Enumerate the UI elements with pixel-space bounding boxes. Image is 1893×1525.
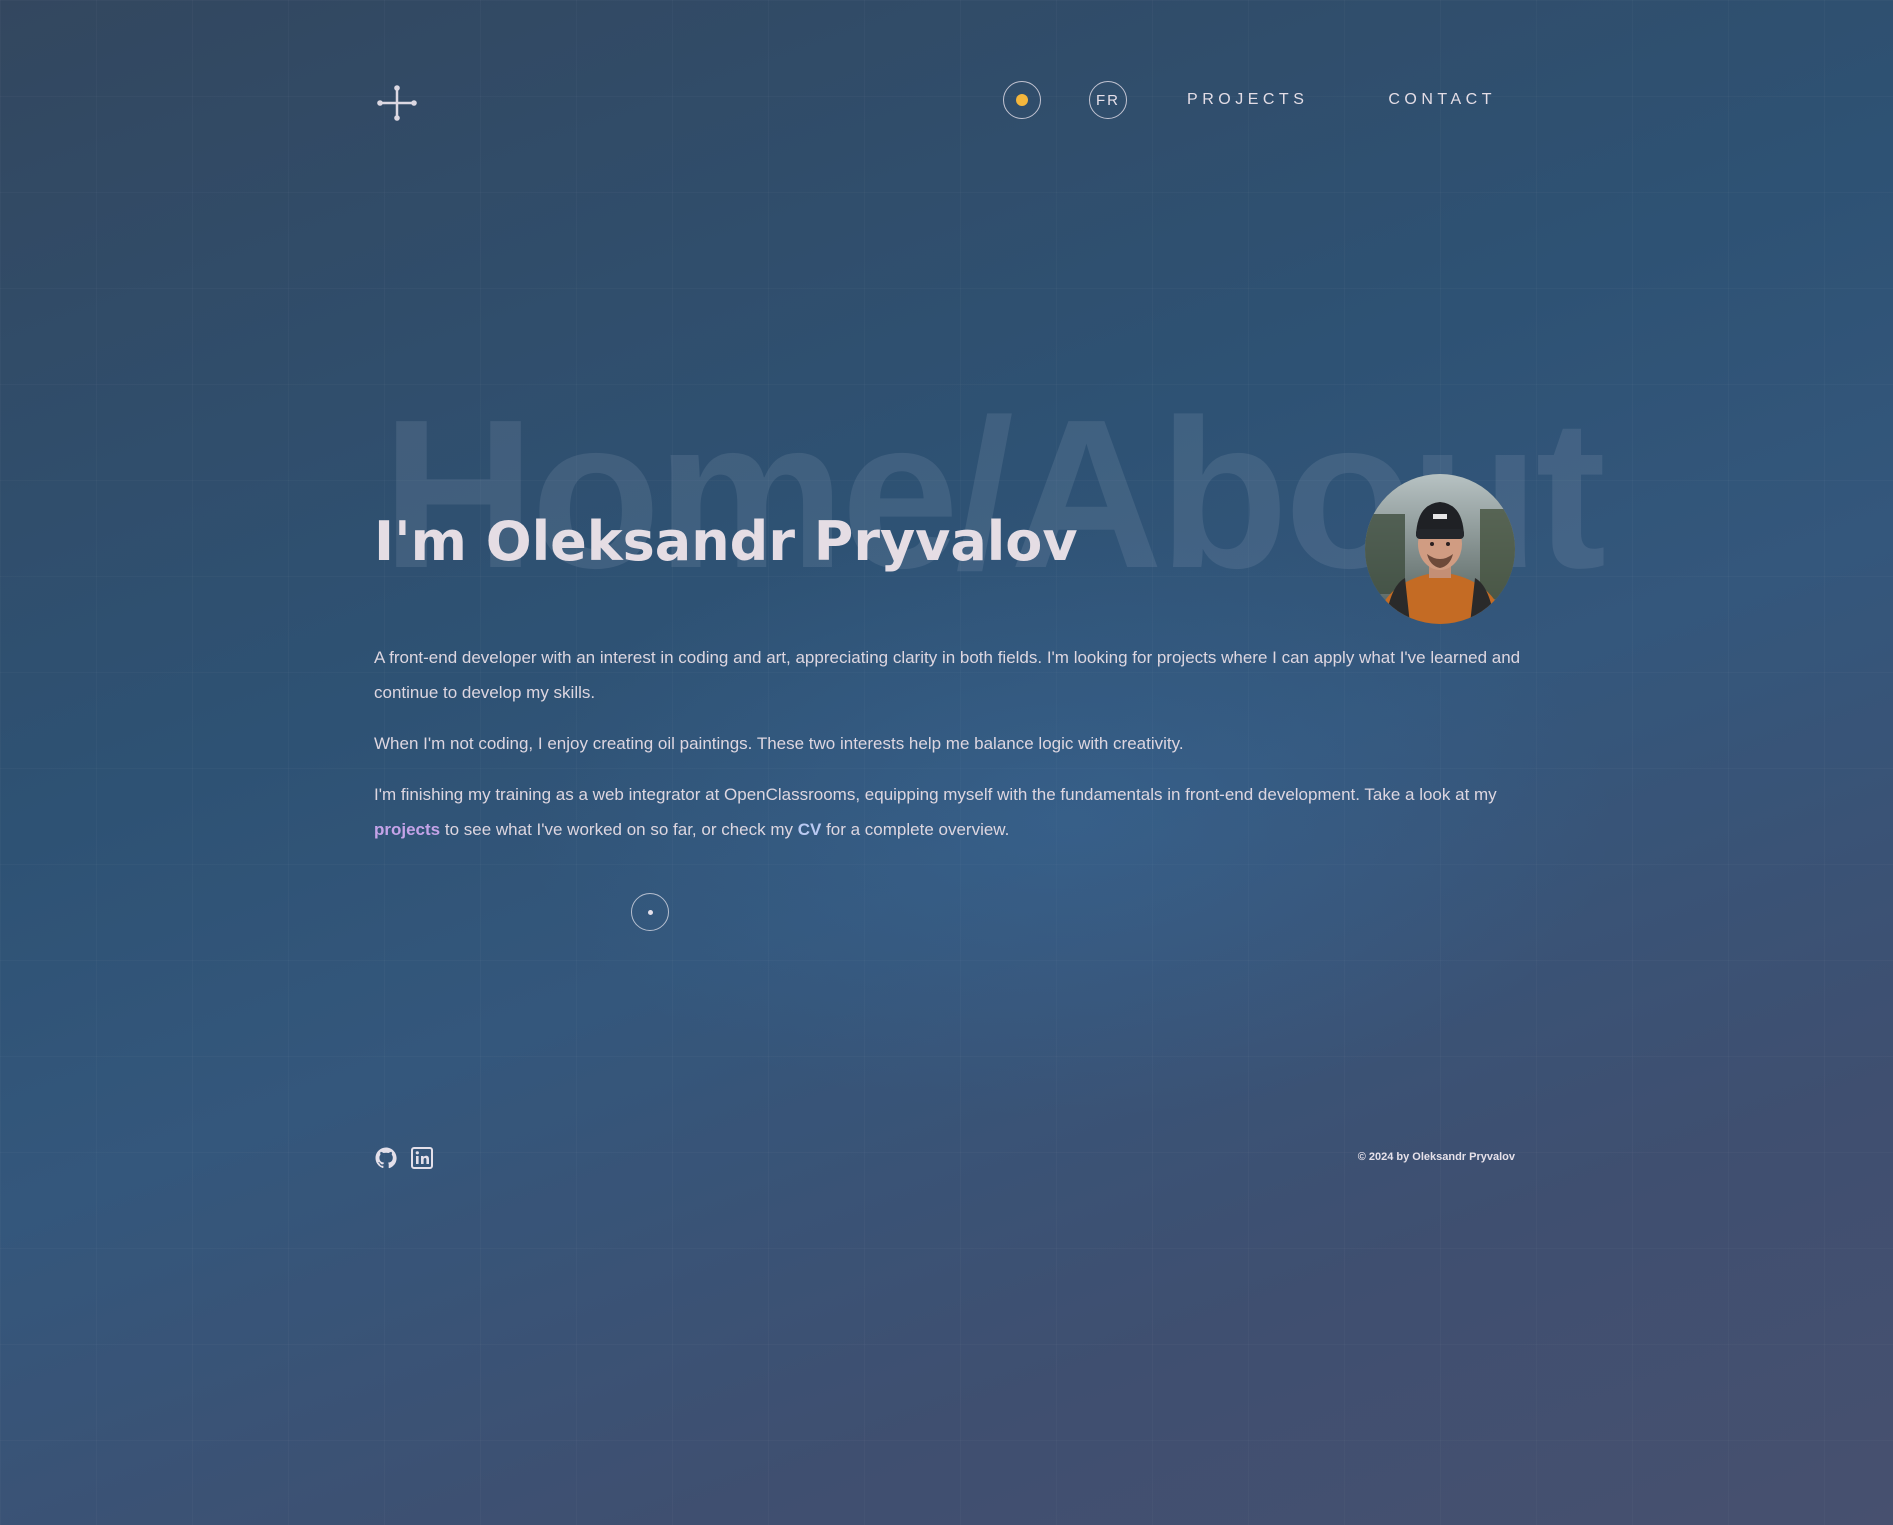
nav-link-projects[interactable]: PROJECTS: [1187, 91, 1308, 109]
projects-link[interactable]: projects: [374, 820, 440, 839]
logo-icon[interactable]: [377, 83, 417, 123]
page-title: I'm Oleksandr Pryvalov: [374, 510, 1078, 573]
about-paragraph-1: A front-end developer with an interest i…: [374, 648, 1521, 702]
paragraph-3-text-start: I'm finishing my training as a web integ…: [374, 785, 1497, 804]
site-footer: © 2024 by Oleksandr Pryvalov: [374, 1144, 1515, 1174]
sun-dot-icon: [1016, 94, 1029, 106]
nav-link-contact[interactable]: CONTACT: [1388, 91, 1496, 109]
language-button[interactable]: FR: [1089, 81, 1128, 119]
scroll-dot-icon: [647, 909, 653, 915]
about-section: A front-end developer with an interest i…: [374, 640, 1524, 863]
theme-toggle-button[interactable]: [1003, 81, 1042, 119]
site-header: FR PROJECTS CONTACT: [374, 78, 1514, 126]
paragraph-3-text-middle: to see what I've worked on so far, or ch…: [440, 820, 798, 839]
avatar: [1365, 474, 1515, 624]
linkedin-icon[interactable]: [410, 1146, 434, 1170]
scroll-indicator-button[interactable]: [631, 893, 669, 931]
profile-photo: [1365, 474, 1515, 624]
main-nav: FR PROJECTS CONTACT: [1003, 81, 1496, 119]
about-paragraph-3: I'm finishing my training as a web integ…: [374, 777, 1524, 847]
github-icon[interactable]: [374, 1146, 398, 1170]
copyright-text: © 2024 by Oleksandr Pryvalov: [1357, 1151, 1515, 1163]
social-links: [374, 1146, 434, 1170]
about-paragraph-2: When I'm not coding, I enjoy creating oi…: [374, 734, 1184, 753]
cv-link[interactable]: CV: [798, 820, 822, 839]
language-label: FR: [1096, 91, 1121, 109]
paragraph-3-text-end: for a complete overview.: [821, 820, 1010, 839]
